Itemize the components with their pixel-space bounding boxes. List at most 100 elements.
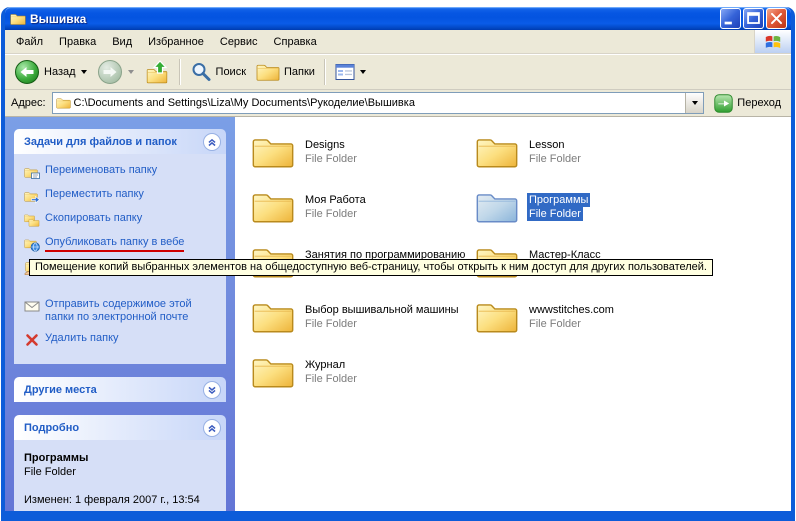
menu-bar: Файл Правка Вид Избранное Сервис Справка xyxy=(5,30,791,54)
file-type: File Folder xyxy=(303,152,359,166)
file-tile[interactable]: Моя РаботаFile Folder xyxy=(251,184,475,230)
minimize-button[interactable] xyxy=(720,8,741,29)
search-label: Поиск xyxy=(216,66,246,78)
expand-button[interactable] xyxy=(203,381,221,399)
file-type: File Folder xyxy=(303,372,359,386)
main-area: Задачи для файлов и папок Пер xyxy=(5,117,791,511)
file-tile[interactable]: wwwstitches.comFile Folder xyxy=(475,294,791,340)
go-label: Переход xyxy=(737,97,781,109)
publish-folder-web-icon xyxy=(24,236,40,252)
task-label: Переименовать папку xyxy=(45,164,157,177)
forward-dropdown-caret[interactable] xyxy=(128,70,134,74)
up-folder-icon xyxy=(144,60,170,84)
menu-item-help[interactable]: Справка xyxy=(266,33,325,51)
address-dropdown-button[interactable] xyxy=(685,93,703,113)
go-button[interactable]: Переход xyxy=(710,94,785,113)
task-publish-folder-web[interactable]: Опубликовать папку в вебе xyxy=(24,236,222,252)
go-arrow-icon xyxy=(714,94,733,113)
back-icon xyxy=(14,59,40,85)
folder-icon xyxy=(475,300,519,334)
task-rename-folder[interactable]: Переименовать папку xyxy=(24,164,222,180)
panel-header-file-tasks[interactable]: Задачи для файлов и папок xyxy=(14,129,226,154)
panel-details: Подробно Программы File Folder Изменен: … xyxy=(14,415,226,511)
views-icon xyxy=(335,62,355,82)
windows-logo-icon xyxy=(754,30,791,53)
task-email-folder[interactable]: Отправить содержимое этой папки по элект… xyxy=(24,298,222,324)
panel-title: Подробно xyxy=(24,422,79,434)
window-controls xyxy=(720,8,787,29)
close-button[interactable] xyxy=(766,8,787,29)
back-button[interactable]: Назад xyxy=(9,57,92,87)
menu-item-favorites[interactable]: Избранное xyxy=(140,33,212,51)
search-button[interactable]: Поиск xyxy=(185,59,251,85)
back-label: Назад xyxy=(44,66,76,78)
file-name: Lesson xyxy=(527,138,566,152)
folders-icon xyxy=(256,62,280,82)
menu-item-file[interactable]: Файл xyxy=(8,33,51,51)
file-type: File Folder xyxy=(303,207,359,221)
menu-item-edit[interactable]: Правка xyxy=(51,33,104,51)
task-delete-folder[interactable]: Удалить папку xyxy=(24,332,222,348)
file-type: File Folder xyxy=(303,317,359,331)
folders-button[interactable]: Папки xyxy=(251,60,320,84)
rename-folder-icon xyxy=(24,164,40,180)
forward-icon xyxy=(97,59,123,85)
task-copy-folder[interactable]: Скопировать папку xyxy=(24,212,222,228)
file-tile[interactable]: LessonFile Folder xyxy=(475,129,791,175)
window-folder-icon xyxy=(10,12,26,26)
menu-item-tools[interactable]: Сервис xyxy=(212,33,266,51)
menu-item-view[interactable]: Вид xyxy=(104,33,140,51)
copy-folder-icon xyxy=(24,212,40,228)
folder-icon xyxy=(475,190,519,224)
panel-file-tasks: Задачи для файлов и папок Пер xyxy=(14,129,226,364)
file-name: Моя Работа xyxy=(303,193,368,207)
maximize-icon xyxy=(744,9,763,28)
title-bar[interactable]: Вышивка xyxy=(5,7,791,30)
delete-folder-icon xyxy=(24,332,40,348)
chevron-down-icon xyxy=(692,101,698,105)
file-tile[interactable]: ЖурналFile Folder xyxy=(251,349,475,395)
collapse-button[interactable] xyxy=(203,133,221,151)
task-move-folder[interactable]: Переместить папку xyxy=(24,188,222,204)
move-folder-icon xyxy=(24,188,40,204)
panel-header-other-places[interactable]: Другие места xyxy=(14,377,226,402)
minimize-icon xyxy=(721,9,740,28)
chevron-down-icon xyxy=(205,383,219,397)
chevron-up-icon xyxy=(205,135,219,149)
folders-label: Папки xyxy=(284,66,315,78)
close-icon xyxy=(767,9,786,28)
maximize-button[interactable] xyxy=(743,8,764,29)
folder-icon xyxy=(251,190,295,224)
file-tile[interactable]: DesignsFile Folder xyxy=(251,129,475,175)
address-input[interactable] xyxy=(71,97,686,109)
collapse-button[interactable] xyxy=(203,419,221,437)
explorer-window: Вышивка Файл Правка Вид Избранное Сервис… xyxy=(1,7,795,521)
address-label: Адрес: xyxy=(11,97,46,109)
email-folder-icon xyxy=(24,298,40,314)
forward-button[interactable] xyxy=(92,57,139,87)
back-dropdown-caret[interactable] xyxy=(81,70,87,74)
file-tile[interactable]: Выбор вышивальной машиныFile Folder xyxy=(251,294,475,340)
panel-header-details[interactable]: Подробно xyxy=(14,415,226,440)
file-list-area[interactable]: DesignsFile Folder LessonFile Folder Моя… xyxy=(235,117,791,511)
tooltip: Помещение копий выбранных элементов на о… xyxy=(29,259,713,276)
file-name: Designs xyxy=(303,138,347,152)
address-bar: Адрес: Переход xyxy=(5,90,791,117)
panel-other-places: Другие места xyxy=(14,377,226,402)
task-label: Скопировать папку xyxy=(45,212,142,225)
file-name: Журнал xyxy=(303,358,347,372)
views-dropdown-caret[interactable] xyxy=(360,70,366,74)
views-button[interactable] xyxy=(330,60,371,84)
file-name: Выбор вышивальной машины xyxy=(303,303,461,317)
window-title: Вышивка xyxy=(30,12,716,26)
address-folder-icon xyxy=(56,97,71,109)
address-combobox[interactable] xyxy=(52,92,705,114)
details-body: Программы File Folder Изменен: 1 февраля… xyxy=(14,440,226,511)
folder-icon xyxy=(251,300,295,334)
file-type: File Folder xyxy=(527,152,583,166)
panel-title: Другие места xyxy=(24,384,97,396)
file-tile-selected[interactable]: ПрограммыFile Folder xyxy=(475,184,791,230)
folder-icon xyxy=(251,355,295,389)
toolbar-separator xyxy=(324,59,326,85)
up-button[interactable] xyxy=(139,58,175,86)
